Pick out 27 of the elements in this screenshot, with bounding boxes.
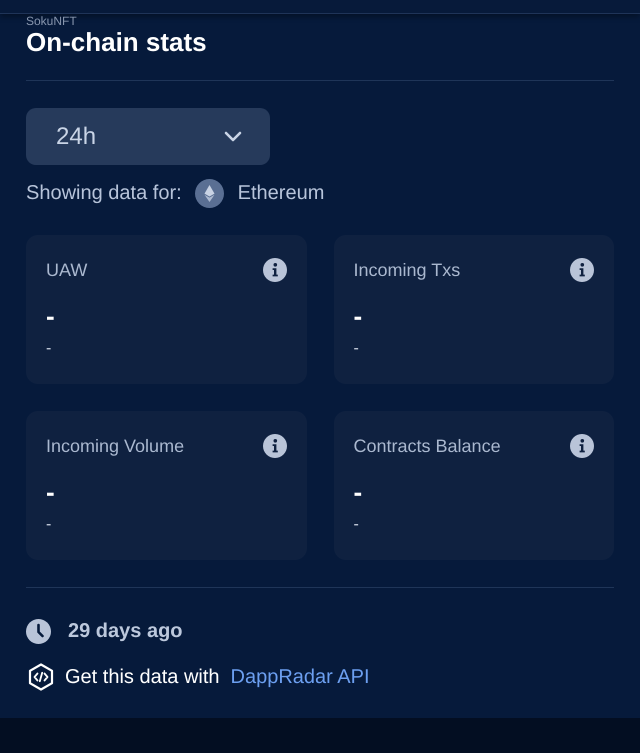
- period-dropdown[interactable]: 24h: [26, 108, 270, 165]
- info-icon[interactable]: [262, 258, 286, 282]
- stat-change: -: [46, 339, 52, 359]
- stat-value: -: [354, 477, 362, 507]
- stat-label: UAW: [46, 259, 88, 281]
- page-subtitle: SokuNFT: [26, 14, 77, 28]
- section-title: On-chain stats: [26, 28, 207, 56]
- stat-value: -: [354, 301, 362, 331]
- stat-value: -: [46, 301, 55, 331]
- chevron-down-icon: [224, 131, 242, 142]
- stat-change: -: [354, 339, 359, 359]
- code-hexagon-icon: [28, 663, 54, 691]
- api-link[interactable]: DappRadar API: [230, 666, 370, 688]
- stat-label: Incoming Volume: [46, 435, 184, 457]
- network-label: Showing data for:: [26, 182, 182, 204]
- stat-change: -: [46, 515, 52, 535]
- stat-value: -: [46, 477, 55, 507]
- stat-label: Contracts Balance: [354, 435, 501, 457]
- updated-time: 29 days ago: [68, 620, 183, 642]
- clock-icon: [26, 618, 51, 644]
- info-icon[interactable]: [262, 434, 286, 458]
- stat-label: Incoming Txs: [354, 259, 460, 281]
- stat-change: -: [354, 515, 359, 535]
- api-text: Get this data with: [65, 666, 220, 688]
- network-name: Ethereum: [238, 182, 324, 204]
- info-icon[interactable]: [570, 434, 594, 458]
- info-icon[interactable]: [570, 258, 594, 282]
